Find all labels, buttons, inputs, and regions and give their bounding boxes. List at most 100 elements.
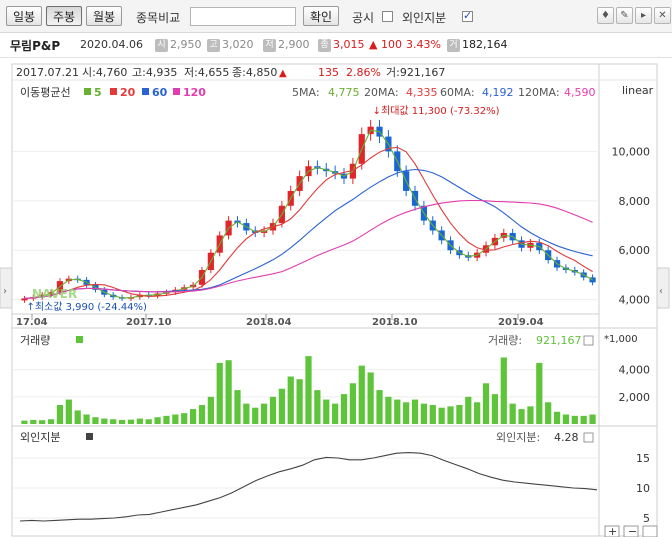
close-price: 종 3,015: [318, 38, 365, 52]
volume-bar: [367, 372, 374, 424]
volume-bar: [181, 413, 188, 424]
candle-close: 종:4,850: [232, 66, 277, 79]
volume-bar: [252, 407, 259, 424]
volume-bar: [349, 383, 356, 424]
volume-bar: [74, 410, 81, 424]
volume-bar: [92, 417, 99, 424]
volume-bar: [527, 406, 534, 424]
volume-bar: [465, 396, 472, 424]
date-tick-label: 2018.10: [372, 317, 418, 328]
volume-bar: [429, 405, 436, 424]
price-tick-label: 8,000: [619, 195, 651, 208]
ma120-label: 120MA:: [518, 86, 560, 99]
weekly-button[interactable]: 주봉: [46, 6, 83, 26]
reset-button[interactable]: [642, 525, 658, 537]
compare-input[interactable]: [190, 7, 296, 26]
volume-bar: [296, 379, 303, 424]
ma20-value: 4,335: [406, 86, 438, 99]
foreign-label-text: 외인지분:: [496, 431, 540, 444]
volume-unit: *1,000: [604, 334, 638, 345]
open-price: 시 2,950: [155, 38, 202, 52]
foreign-tick-label: 10: [636, 482, 650, 495]
lightbulb-icon[interactable]: ♦: [597, 7, 614, 24]
volume-bar: [314, 390, 321, 424]
ma60-label: 60MA:: [440, 86, 475, 99]
volume-bar: [278, 388, 285, 424]
confirm-button[interactable]: 확인: [303, 6, 340, 26]
volume-bar: [545, 402, 552, 424]
volume-bar: [189, 409, 197, 424]
candle-open: 시:4,760: [82, 66, 127, 79]
ma-legend-title: 이동평균선: [20, 86, 71, 99]
ma20-period: 20: [120, 86, 136, 99]
disclosure-checkbox[interactable]: [382, 11, 393, 22]
ma60-swatch: [142, 88, 149, 95]
pencil-icon[interactable]: ✎: [616, 7, 633, 24]
eraser-icon[interactable]: ✕: [654, 7, 671, 24]
volume-tick-label: 4,000: [619, 364, 651, 377]
volume-bar: [30, 419, 37, 424]
volume-bar: [287, 376, 294, 424]
candle-change-percent: 2.86%: [346, 66, 381, 79]
foreign-label: 외인지분: [402, 11, 447, 25]
volume-close-icon[interactable]: [583, 335, 594, 346]
price-tick-label: 6,000: [619, 244, 651, 257]
candle-volume: 거:921,167: [386, 66, 445, 79]
foreign-title: 외인지분: [20, 431, 60, 444]
foreign-close-icon[interactable]: [583, 432, 594, 443]
volume-bar: [491, 394, 499, 424]
volume-bar: [136, 418, 143, 424]
ma120-period: 120: [183, 86, 206, 99]
volume-bar: [305, 356, 312, 424]
volume-bar: [385, 396, 392, 424]
cursor-icon[interactable]: ▸: [635, 7, 652, 24]
volume-icon: 거: [447, 38, 460, 52]
volume-bar: [56, 405, 64, 424]
price-tick-label: 10,000: [612, 145, 651, 158]
volume-bar: [474, 402, 481, 424]
monthly-button[interactable]: 월봉: [86, 6, 123, 26]
volume-bar: [323, 399, 330, 424]
stock-name: 무림P&P: [10, 39, 61, 53]
foreign-current: 4.28: [554, 431, 579, 444]
low-icon: 저: [263, 38, 276, 52]
volume-bar: [243, 403, 250, 424]
volume-current: 921,167: [536, 334, 582, 347]
candle-date: 2017.07.21: [16, 66, 79, 79]
high-price: 고 3,020: [207, 38, 254, 52]
volume-bar: [394, 399, 401, 424]
volume-bar: [21, 420, 28, 424]
foreign-tick-label: 5: [643, 512, 650, 525]
ma60-period: 60: [152, 86, 168, 99]
volume-label: 거래량:: [488, 334, 522, 347]
volume-bar: [420, 403, 428, 424]
volume-bar: [518, 409, 525, 424]
volume-bar: [358, 365, 365, 424]
chart-area: 2017.07.21 시:4,760 고:4,935 저:4,655 종:4,8…: [0, 63, 670, 537]
date-tick-label: 2018.04: [246, 317, 292, 328]
volume-bar: [110, 419, 117, 424]
open-icon: 시: [155, 38, 168, 52]
close-icon: 종: [318, 38, 331, 52]
price-tick-label: 4,000: [619, 294, 651, 307]
volume-bar: [101, 418, 108, 424]
volume-bar: [571, 415, 578, 424]
chevron-left-icon: ‹: [659, 286, 663, 297]
daily-button[interactable]: 일봉: [6, 6, 43, 26]
ma5-value: 4,775: [328, 86, 360, 99]
volume-bar: [39, 420, 46, 424]
volume-bar: [145, 419, 152, 424]
ma5-period: 5: [94, 86, 102, 99]
scale-label[interactable]: linear: [622, 84, 654, 97]
volume-bar: [332, 403, 339, 424]
foreign-checkbox[interactable]: [462, 9, 473, 22]
volume-bar: [411, 399, 419, 424]
ma5-label: 5MA:: [292, 86, 320, 99]
volume-bar: [482, 383, 490, 424]
max-annotation: ↓최대값 11,300 (-73.32%): [373, 105, 500, 117]
volume-bar: [340, 394, 348, 424]
volume-bar: [447, 406, 454, 424]
volume-bar: [207, 396, 214, 424]
ma120-value: 4,590: [564, 86, 596, 99]
change-value: ▲ 100: [369, 38, 402, 51]
